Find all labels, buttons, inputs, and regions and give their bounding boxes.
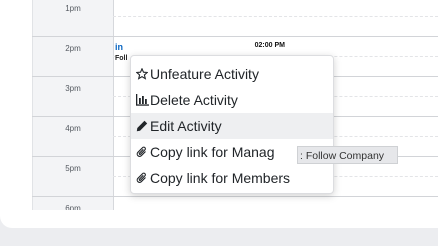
time-label-5pm: 5pm xyxy=(65,164,81,173)
unfeature-activity-item[interactable]: Unfeature Activity xyxy=(131,61,333,87)
event-title: Foll xyxy=(115,55,128,62)
time-label-1pm: 1pm xyxy=(65,4,81,13)
event-tooltip: : Follow Company xyxy=(297,146,398,164)
hour-divider xyxy=(32,36,438,37)
hour-divider xyxy=(32,196,438,197)
copy-link-members-item[interactable]: Copy link for Members xyxy=(131,165,333,191)
time-label-2pm: 2pm xyxy=(65,44,81,53)
edit-activity-item[interactable]: Edit Activity xyxy=(131,113,333,139)
linkedin-icon: in xyxy=(115,42,123,52)
time-column: 1pm 2pm 3pm 4pm 5pm 6pm xyxy=(32,0,114,210)
menu-item-label: Edit Activity xyxy=(150,118,222,134)
menu-item-label: Copy link for Manag xyxy=(150,144,275,160)
delete-activity-item[interactable]: Delete Activity xyxy=(131,87,333,113)
half-hour-divider xyxy=(113,16,438,17)
activity-context-menu: Unfeature Activity Delete Activity Edit … xyxy=(130,55,334,194)
time-label-3pm: 3pm xyxy=(65,84,81,93)
time-label-4pm: 4pm xyxy=(65,124,81,133)
menu-item-label: Copy link for Members xyxy=(150,170,291,186)
event-time: 02:00 PM xyxy=(254,42,285,49)
time-label-6pm: 6pm xyxy=(65,204,81,210)
menu-item-label: Unfeature Activity xyxy=(150,66,259,82)
menu-item-label: Delete Activity xyxy=(150,92,238,108)
